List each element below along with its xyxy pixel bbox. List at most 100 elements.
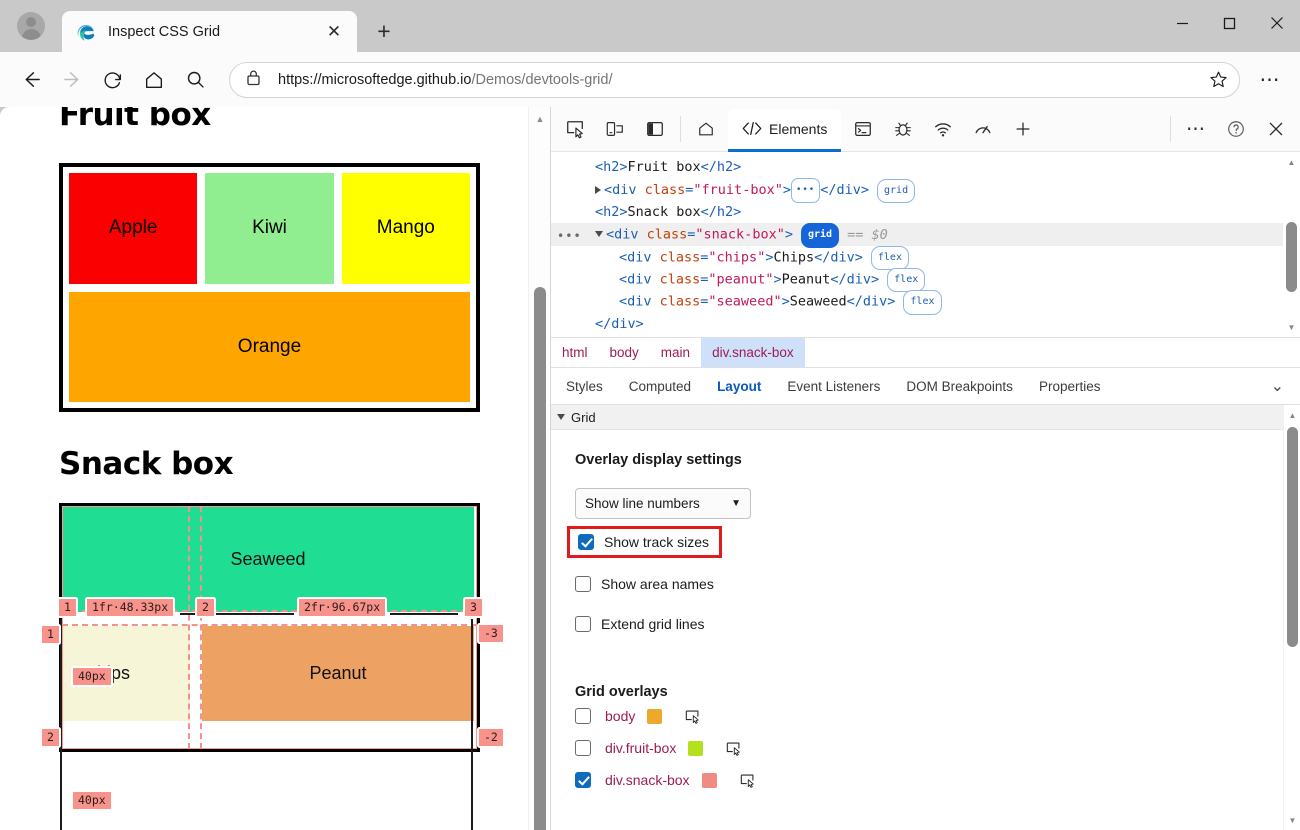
breadcrumb[interactable]: html body main div.snack-box (551, 337, 1300, 368)
back-button[interactable] (12, 61, 50, 99)
page-scroll-down-icon[interactable]: ▼ (529, 808, 550, 828)
dom-attr-name: class (659, 293, 701, 310)
grid-overlay-color-swatch[interactable] (647, 708, 663, 724)
subtab-computed[interactable]: Computed (616, 372, 704, 401)
subtab-dom-breakpoints[interactable]: DOM Breakpoints (893, 372, 1026, 401)
devtools-subtabs[interactable]: Styles Computed Layout Event Listeners DOM B… (551, 368, 1300, 405)
reveal-element-icon[interactable] (725, 740, 742, 757)
search-icon[interactable] (176, 61, 214, 99)
grid-overlays-title: Grid overlays (575, 684, 668, 700)
maximize-button[interactable] (1206, 0, 1253, 46)
dom-node-row[interactable]: <div class="peanut">Peanut</div> flex (551, 267, 1300, 293)
forward-button[interactable] (53, 61, 91, 99)
breadcrumb-item-div-snack-box[interactable]: div.snack-box (701, 338, 805, 367)
dom-scroll-down-icon[interactable]: ▼ (1283, 319, 1300, 335)
browser-settings-more-icon[interactable]: ⋯ (1252, 62, 1288, 98)
dom-tree-scrollbar[interactable]: ▲ ▼ (1283, 152, 1300, 337)
close-devtools-icon[interactable] (1256, 109, 1296, 149)
debugger-icon[interactable] (883, 109, 923, 149)
grid-line-number-right-minus2: -2 (477, 727, 505, 749)
subtabs-more-chevron-down-icon[interactable]: ⌄ (1257, 376, 1298, 396)
expand-node-icon[interactable] (595, 186, 601, 195)
grid-overlay-row[interactable]: body (575, 700, 1300, 732)
favorite-star-icon[interactable] (1203, 65, 1233, 95)
subtab-layout[interactable]: Layout (704, 371, 775, 401)
page-scrollbar[interactable]: ▲ ▼ (528, 107, 550, 830)
breadcrumb-item-body[interactable]: body (599, 338, 650, 367)
profile-button[interactable] (8, 3, 54, 49)
checkbox-show-area-names-box[interactable] (575, 576, 591, 592)
close-window-button[interactable] (1253, 0, 1300, 46)
grid-overlay-checkbox-div-fruit-box[interactable] (575, 740, 591, 756)
dock-side-icon[interactable] (635, 109, 675, 149)
dom-node-row[interactable]: ••• <div class="snack-box"> grid == $0 (551, 223, 1300, 248)
breadcrumb-item-main[interactable]: main (650, 338, 701, 367)
grid-overlay-row[interactable]: div.snack-box (575, 764, 1300, 796)
checkbox-extend-grid-lines-box[interactable] (575, 616, 591, 632)
layout-scroll-up-icon[interactable]: ▲ (1284, 407, 1300, 423)
subtab-event-listeners[interactable]: Event Listeners (774, 372, 893, 401)
checkbox-show-track-sizes[interactable]: Show track sizes (567, 526, 722, 558)
dom-display-badge[interactable]: grid (877, 178, 916, 204)
line-numbers-select[interactable]: Show line numbers ▼ (575, 488, 751, 519)
node-menu-icon[interactable]: ••• (557, 225, 582, 247)
chevron-down-icon[interactable] (557, 414, 565, 420)
checkbox-show-area-names[interactable]: Show area names (575, 570, 1300, 598)
browser-tab-active[interactable]: Inspect CSS Grid ✕ (62, 11, 357, 52)
grid-overlay-color-swatch[interactable] (688, 740, 704, 756)
dom-display-badge[interactable]: flex (903, 290, 942, 315)
layout-scrollbar-thumb[interactable] (1287, 427, 1298, 647)
breadcrumb-item-html[interactable]: html (551, 338, 599, 367)
tab-elements[interactable]: Elements (728, 108, 842, 152)
network-icon[interactable] (923, 109, 963, 149)
layout-scroll-down-icon[interactable]: ▼ (1284, 812, 1300, 828)
grid-overlay-checkbox-div-snack-box[interactable] (575, 772, 591, 788)
home-icon[interactable] (135, 61, 173, 99)
layout-pane-scrollbar[interactable]: ▲ ▼ (1283, 405, 1300, 830)
console-icon[interactable] (843, 109, 883, 149)
dom-node-row[interactable]: <h2>Snack box</h2> (551, 201, 1300, 223)
dom-display-badge[interactable]: flex (870, 245, 909, 270)
grid-overlay-color-swatch[interactable] (701, 772, 717, 788)
dom-node-row[interactable]: <div class="seaweed">Seaweed</div> flex (551, 290, 1300, 315)
chevron-down-icon[interactable]: ▼ (731, 498, 741, 509)
add-tool-icon[interactable] (1003, 109, 1043, 149)
dom-node-row[interactable]: <div class="chips">Chips</div> flex (551, 245, 1300, 270)
address-bar[interactable]: https://microsoftedge.github.io/Demos/de… (229, 61, 1240, 98)
dom-display-badge[interactable]: flex (887, 267, 926, 293)
dom-scroll-up-icon[interactable]: ▲ (1283, 154, 1300, 170)
checkbox-extend-grid-lines[interactable]: Extend grid lines (575, 610, 1300, 638)
dom-tree-panel[interactable]: <h2>Fruit box</h2> <div class="fruit-box"… (551, 152, 1300, 337)
grid-overlay-checkbox-body[interactable] (575, 708, 591, 724)
grid-section-header[interactable]: Grid (551, 405, 1300, 430)
checkbox-show-track-sizes-label: Show track sizes (604, 534, 710, 550)
help-icon[interactable] (1216, 109, 1256, 149)
dom-scrollbar-thumb[interactable] (1286, 222, 1297, 292)
performance-icon[interactable] (963, 109, 1003, 149)
url-origin: https://microsoftedge.github.io (278, 71, 472, 88)
page-scrollbar-thumb[interactable] (534, 287, 546, 830)
dom-node-row[interactable]: </div> (551, 313, 1300, 335)
expand-children-icon[interactable]: ••• (790, 178, 821, 203)
tab-close-icon[interactable]: ✕ (321, 19, 347, 45)
new-tab-button[interactable]: + (367, 14, 401, 48)
reveal-element-icon[interactable] (684, 708, 701, 725)
dom-node-row[interactable]: <div class="fruit-box"> ••• </div> grid (551, 178, 1300, 204)
toolbar-divider-right (1170, 116, 1171, 142)
welcome-home-icon[interactable] (686, 109, 726, 149)
page-scroll-up-icon[interactable]: ▲ (529, 109, 550, 129)
dom-display-badge-active[interactable]: grid (800, 223, 840, 248)
inspect-element-icon[interactable] (555, 109, 595, 149)
grid-overlay-row[interactable]: div.fruit-box (575, 732, 1300, 764)
checkbox-show-track-sizes-box[interactable] (578, 534, 594, 550)
collapse-node-icon[interactable] (595, 230, 603, 237)
device-emulation-icon[interactable] (595, 109, 635, 149)
refresh-button[interactable] (94, 61, 132, 99)
dom-tree[interactable]: <h2>Fruit box</h2> <div class="fruit-box"… (551, 152, 1300, 335)
more-tools-icon[interactable]: ⋯ (1176, 109, 1216, 149)
reveal-element-icon[interactable] (739, 772, 756, 789)
minimize-button[interactable] (1159, 0, 1206, 46)
subtab-properties[interactable]: Properties (1026, 372, 1114, 401)
dom-node-row[interactable]: <h2>Fruit box</h2> (551, 156, 1300, 178)
subtab-styles[interactable]: Styles (553, 372, 616, 401)
